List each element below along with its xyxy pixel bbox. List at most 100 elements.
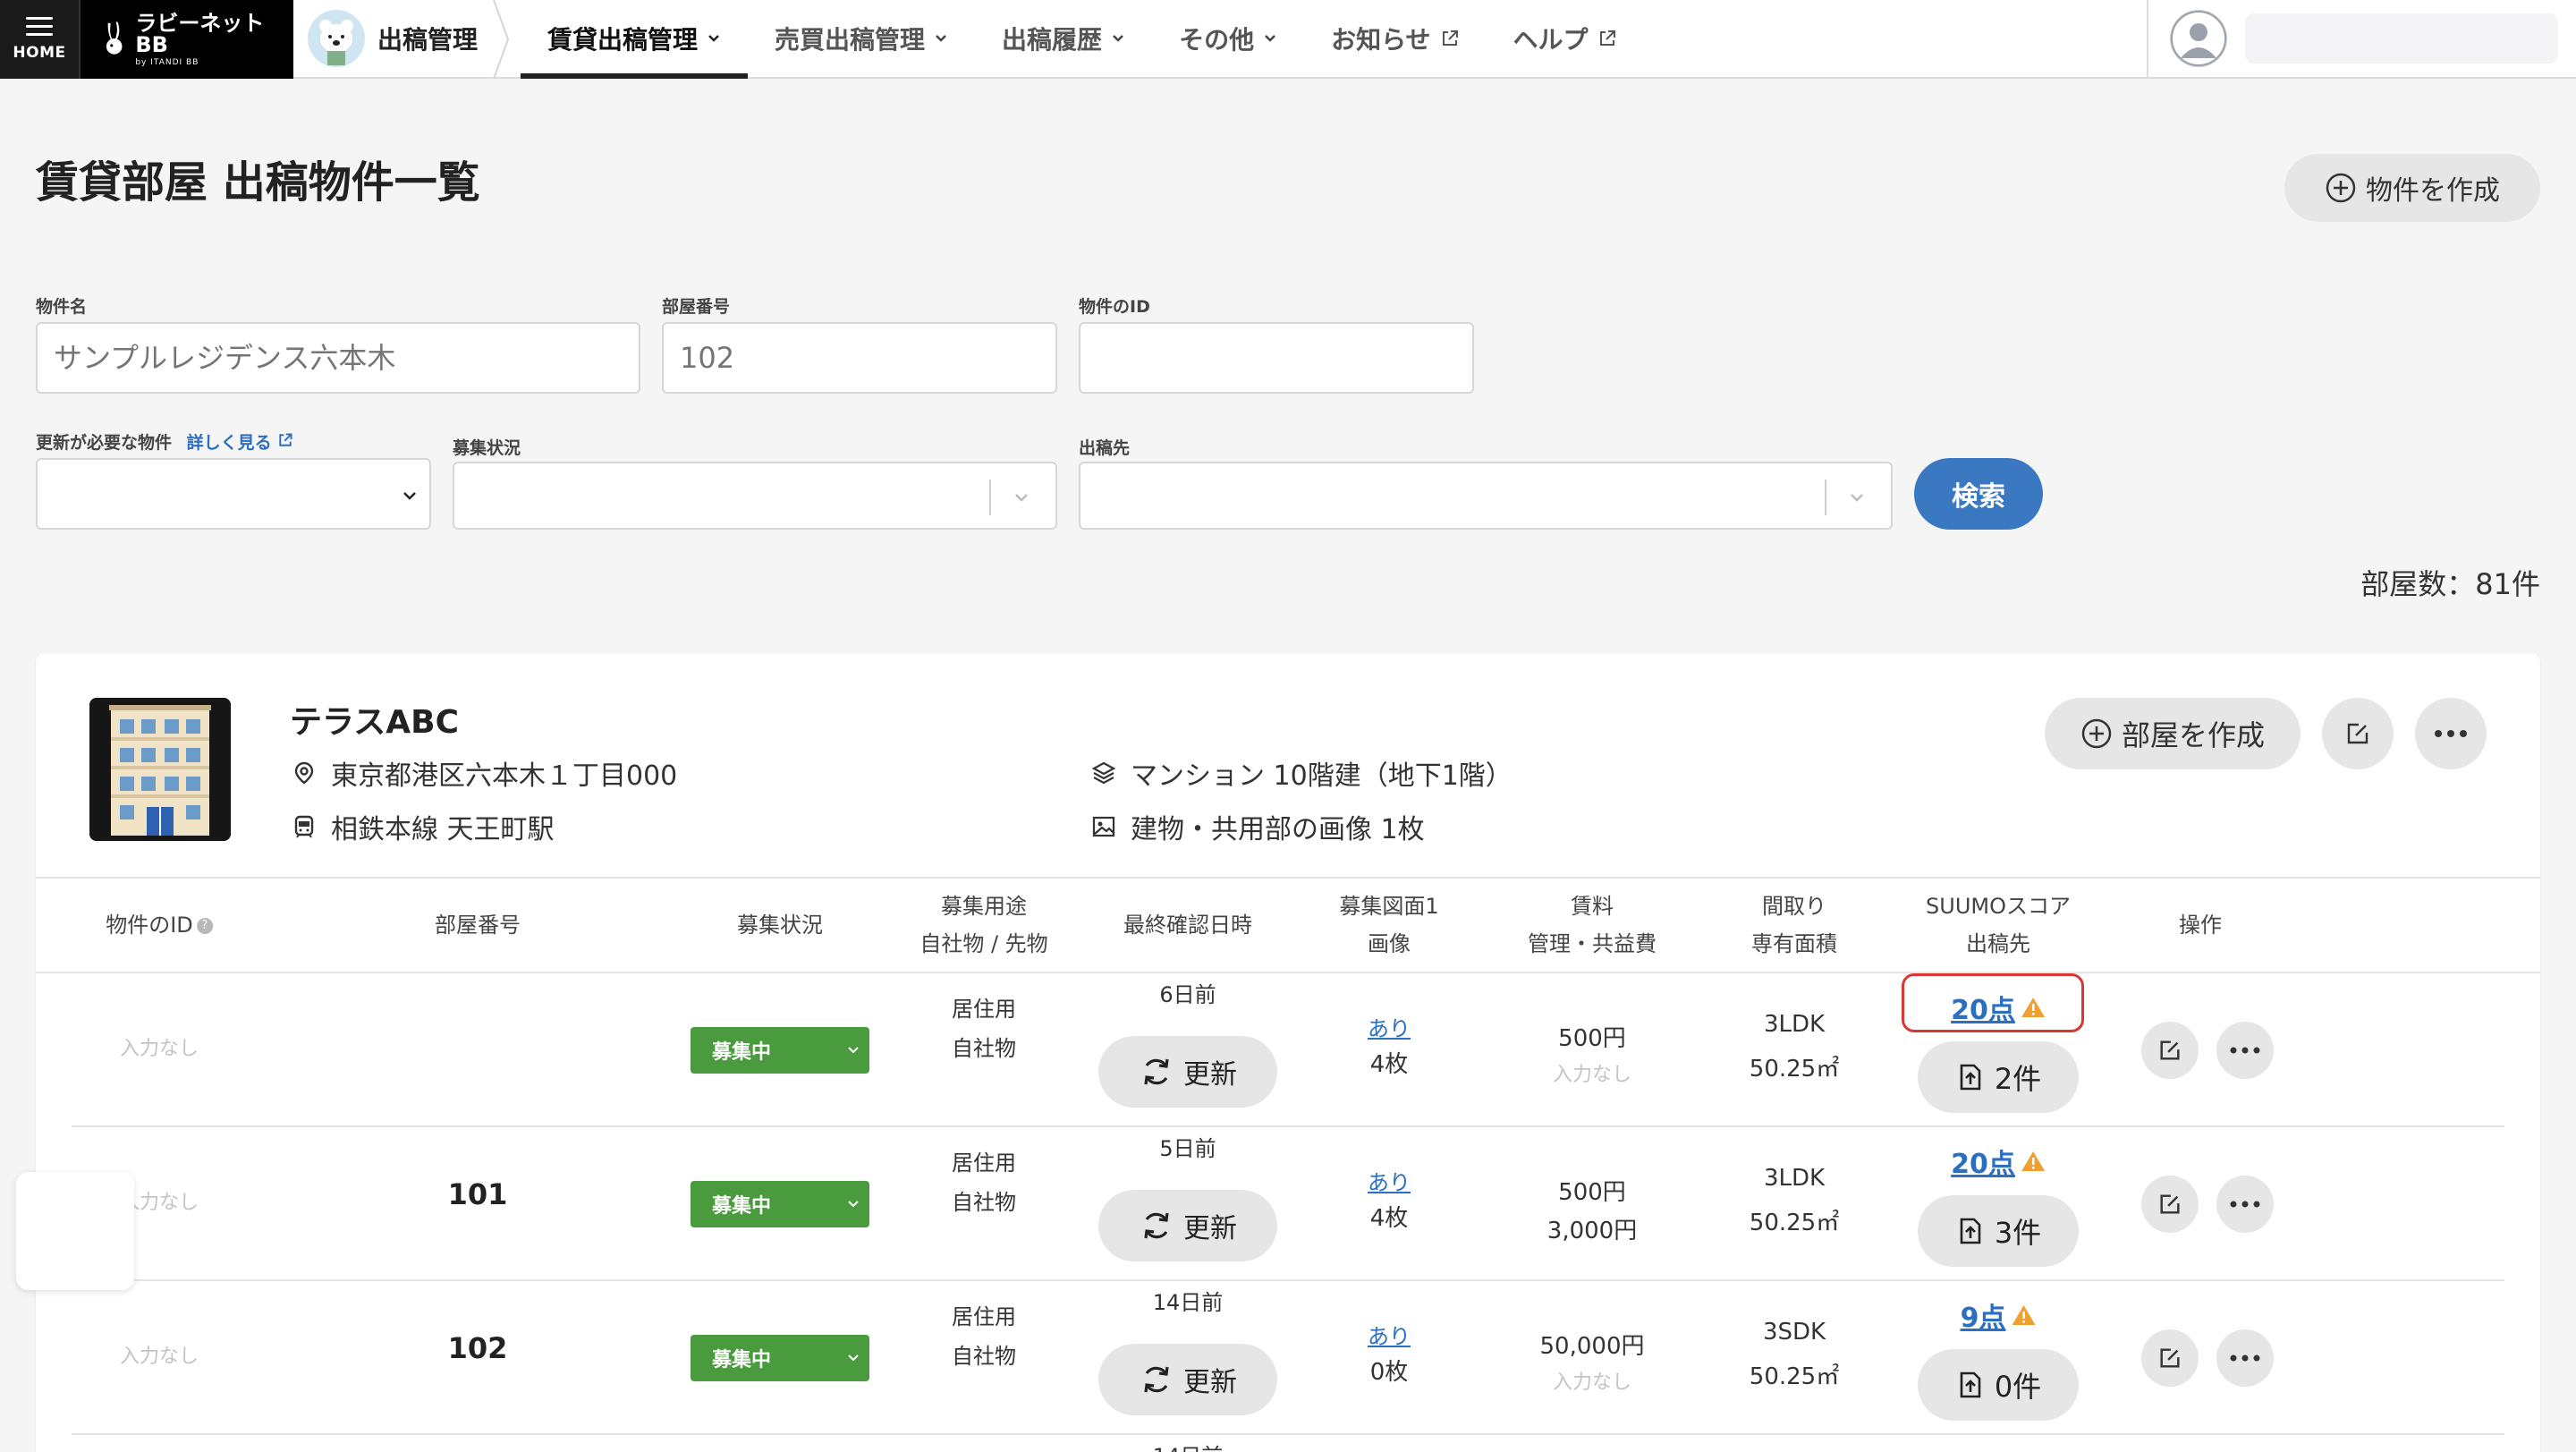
table-header-divider	[36, 972, 2540, 973]
status-select[interactable]: 募集中	[691, 1181, 869, 1227]
edit-room-button[interactable]	[2141, 1176, 2199, 1233]
chevron-down-icon	[708, 35, 719, 42]
edit-room-button[interactable]	[2141, 1329, 2199, 1387]
nav-label: 売買出稿管理	[775, 25, 926, 55]
cell-suumo-score[interactable]: 9点	[1961, 1295, 2037, 1335]
update-button[interactable]: 更新	[1098, 1036, 1277, 1108]
edit-room-button[interactable]	[2141, 1022, 2199, 1079]
room-count: 部屋数：81件	[2360, 567, 2540, 601]
fee-text: 3,000円	[1546, 1218, 1638, 1244]
images-count: 4枚	[1369, 1051, 1409, 1078]
edit-property-button[interactable]	[2322, 698, 2394, 769]
layout-text: 3LDK	[1763, 1011, 1826, 1038]
status-label: 募集中	[712, 1041, 772, 1064]
building-thumbnail[interactable]	[89, 698, 231, 841]
area-text: 50.25㎡	[1749, 1210, 1840, 1236]
room-more-button[interactable]	[2216, 1176, 2274, 1233]
floorplan-link[interactable]: あり	[1368, 1319, 1411, 1350]
address-text: 東京都港区六本木１丁目000	[331, 760, 678, 792]
property-id-input[interactable]	[1079, 322, 1474, 394]
status-select[interactable]: 募集中	[691, 1027, 869, 1074]
cell-rent: 500円 入力なし	[1553, 1020, 1631, 1087]
publish-target-select[interactable]	[1079, 462, 1893, 530]
section-switcher[interactable]: 出稿管理	[293, 0, 510, 79]
plus-circle-icon	[2081, 718, 2112, 749]
user-menu[interactable]	[2147, 0, 2576, 77]
home-menu-button[interactable]: HOME	[0, 0, 79, 79]
floating-panel[interactable]	[16, 1172, 134, 1290]
nav-news[interactable]: お知らせ	[1304, 0, 1486, 77]
nav-label: お知らせ	[1331, 25, 1431, 55]
create-room-button[interactable]: 部屋を作成	[2045, 698, 2301, 769]
needs-update-select[interactable]	[36, 458, 431, 530]
property-name: テラスABC	[290, 704, 460, 741]
publish-targets-button[interactable]: 2件	[1918, 1041, 2079, 1113]
th-last-checked: 最終確認日時	[1123, 913, 1252, 938]
nav-rent-publish[interactable]: 賃貸出稿管理	[521, 0, 749, 79]
room-more-button[interactable]	[2216, 1329, 2274, 1387]
upload-file-icon	[1960, 1218, 1981, 1244]
usage-text: 居住用	[952, 1151, 1016, 1176]
status-select[interactable]: 募集中	[691, 1335, 869, 1381]
create-property-label: 物件を作成	[2366, 175, 2500, 207]
publish-targets-button[interactable]: 0件	[1918, 1349, 2079, 1421]
card-divider	[36, 877, 2540, 879]
layout-text: 3SDK	[1762, 1319, 1826, 1346]
cell-property-id: 入力なし	[119, 1346, 199, 1368]
details-link-text: 詳しく見る	[186, 433, 272, 453]
page-title: 賃貸部屋 出稿物件一覧	[36, 157, 480, 208]
nav-label: ヘルプ	[1513, 25, 1589, 55]
update-button[interactable]: 更新	[1098, 1190, 1277, 1261]
th-rent: 賃料 管理・共益費	[1528, 887, 1657, 963]
cell-usage: 居住用 自社物	[952, 1297, 1016, 1376]
floorplan-link[interactable]: あり	[1368, 1011, 1411, 1042]
more-horizontal-icon	[2230, 1201, 2260, 1208]
th-layout: 間取り 専有面積	[1751, 887, 1837, 963]
nav-help[interactable]: ヘルプ	[1487, 0, 1644, 77]
score-highlight	[1902, 973, 2084, 1032]
details-link[interactable]: 詳しく見る	[187, 433, 294, 453]
images-text: 建物・共用部の画像 1枚	[1131, 814, 1425, 845]
nav-other[interactable]: その他	[1152, 0, 1304, 77]
area-text: 50.25㎡	[1749, 1056, 1840, 1083]
avatar[interactable]	[2170, 10, 2227, 67]
create-property-button[interactable]: 物件を作成	[2284, 154, 2540, 222]
search-button[interactable]: 検索	[1914, 458, 2043, 530]
update-button[interactable]: 更新	[1098, 1344, 1277, 1415]
room-more-button[interactable]	[2216, 1022, 2274, 1079]
property-id-label: 物件のID	[1079, 297, 1150, 317]
cell-layout: 3LDK 50.25㎡	[1750, 1165, 1839, 1237]
nav-sale-publish[interactable]: 売買出稿管理	[748, 0, 975, 77]
rent-text: 500円	[1558, 1179, 1626, 1206]
th-label: 賃料	[1571, 894, 1614, 919]
suumo-score-link[interactable]: 9点	[1961, 1295, 2006, 1335]
usage-text: 居住用	[952, 1304, 1016, 1329]
more-options-button[interactable]	[2415, 698, 2487, 769]
train-icon	[294, 815, 314, 838]
brand-name: ラビーネットBB	[135, 10, 265, 57]
chevron-down-icon	[848, 1201, 859, 1208]
cell-last-checked: 6日前	[1159, 982, 1216, 1007]
posts-count: 3件	[1994, 1216, 2042, 1250]
section-label: 出稿管理	[377, 25, 479, 55]
recruit-status-select[interactable]	[453, 462, 1057, 530]
floorplan-link[interactable]: あり	[1368, 1165, 1411, 1196]
location-pin-icon	[294, 761, 314, 785]
building-text: マンション 10階建（地下1階）	[1131, 760, 1513, 792]
edit-icon	[2160, 1040, 2180, 1060]
cell-suumo-score[interactable]: 20点	[1951, 1142, 2046, 1181]
suumo-score-link[interactable]: 20点	[1951, 1142, 2015, 1181]
more-horizontal-icon	[2435, 730, 2467, 737]
nav-publish-history[interactable]: 出稿履歴	[975, 0, 1152, 77]
chevron-down-icon	[936, 35, 946, 42]
th-property-id: 物件のID?	[106, 887, 213, 963]
chevron-down-icon	[1015, 494, 1028, 502]
cell-property-id: 入力なし	[119, 1038, 199, 1060]
publish-targets-button[interactable]: 3件	[1918, 1195, 2079, 1267]
help-icon[interactable]: ?	[196, 918, 213, 934]
room-number-input[interactable]	[662, 322, 1057, 394]
property-name-input[interactable]	[36, 322, 640, 394]
brand-logo[interactable]: ラビーネットBB by ITANDI BB	[79, 0, 293, 79]
rabbit-logo-icon	[106, 21, 123, 55]
cell-floorplan: あり 4枚	[1368, 1011, 1411, 1079]
